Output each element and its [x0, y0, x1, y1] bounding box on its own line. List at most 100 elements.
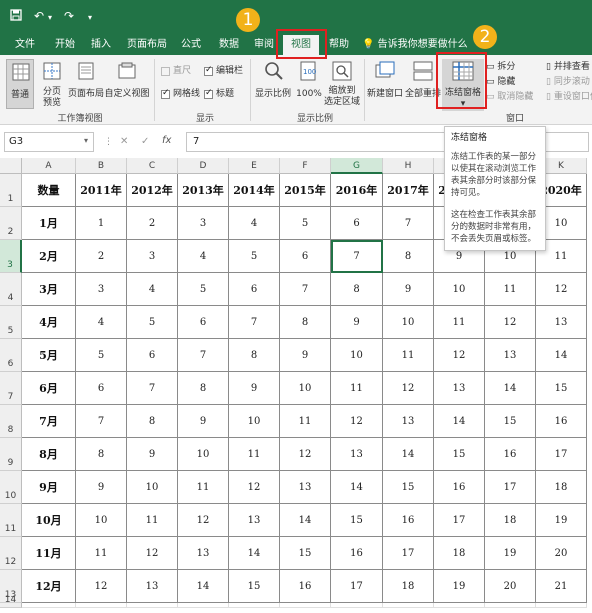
row-header-9[interactable]: 9: [0, 438, 22, 471]
cell-i10[interactable]: 16: [434, 471, 485, 504]
cell-c10[interactable]: 10: [127, 471, 178, 504]
cell-h11[interactable]: 16: [383, 504, 434, 537]
cell-h8[interactable]: 13: [383, 405, 434, 438]
hide-button[interactable]: ▭ 隐藏: [486, 76, 515, 88]
formula-bar-checkbox[interactable]: [204, 65, 213, 76]
cell-j10[interactable]: 17: [485, 471, 536, 504]
cell-a3[interactable]: 2月: [22, 240, 76, 273]
cell-f12[interactable]: 15: [280, 537, 331, 570]
row-header-14[interactable]: 14: [0, 595, 22, 608]
row-header-4[interactable]: 4: [0, 273, 22, 306]
cell-a12[interactable]: 11月: [22, 537, 76, 570]
cell-i12[interactable]: 18: [434, 537, 485, 570]
cell-f4[interactable]: 7: [280, 273, 331, 306]
column-header-c[interactable]: C: [127, 158, 178, 174]
cell-c14[interactable]: [127, 603, 178, 608]
undo-dropdown-icon[interactable]: ▾: [48, 11, 52, 25]
cell-h14[interactable]: [383, 603, 434, 608]
cell-d2[interactable]: 3: [178, 207, 229, 240]
cell-i5[interactable]: 11: [434, 306, 485, 339]
cell-f2[interactable]: 5: [280, 207, 331, 240]
side-by-side-button[interactable]: ▯ 并排查看: [546, 61, 590, 73]
column-header-g[interactable]: G: [331, 158, 383, 174]
cell-f13[interactable]: 16: [280, 570, 331, 603]
cell-c5[interactable]: 5: [127, 306, 178, 339]
gridlines-checkbox[interactable]: [161, 88, 170, 99]
cell-b6[interactable]: 5: [76, 339, 127, 372]
cell-c4[interactable]: 4: [127, 273, 178, 306]
cell-j5[interactable]: 12: [485, 306, 536, 339]
zoom-button[interactable]: 显示比例: [254, 59, 292, 109]
tab-formulas[interactable]: 公式: [174, 34, 208, 55]
cell-b8[interactable]: 7: [76, 405, 127, 438]
cell-i4[interactable]: 10: [434, 273, 485, 306]
redo-icon[interactable]: ↷: [64, 9, 74, 23]
cell-i13[interactable]: 19: [434, 570, 485, 603]
name-box-dropdown-icon[interactable]: ▾: [84, 136, 88, 145]
cell-h6[interactable]: 11: [383, 339, 434, 372]
cell-h10[interactable]: 15: [383, 471, 434, 504]
row-header-11[interactable]: 11: [0, 504, 22, 537]
cell-b13[interactable]: 12: [76, 570, 127, 603]
cell-f6[interactable]: 9: [280, 339, 331, 372]
row-header-5[interactable]: 5: [0, 306, 22, 339]
cell-a9[interactable]: 8月: [22, 438, 76, 471]
cell-f9[interactable]: 12: [280, 438, 331, 471]
custom-views-button[interactable]: 自定义视图: [104, 59, 150, 109]
cell-e2[interactable]: 4: [229, 207, 280, 240]
cell-c11[interactable]: 11: [127, 504, 178, 537]
cell-g13[interactable]: 17: [331, 570, 383, 603]
cell-a4[interactable]: 3月: [22, 273, 76, 306]
cell-c7[interactable]: 7: [127, 372, 178, 405]
cell-g4[interactable]: 8: [331, 273, 383, 306]
tab-data[interactable]: 数据: [212, 34, 246, 55]
cell-j8[interactable]: 15: [485, 405, 536, 438]
cell-k5[interactable]: 13: [536, 306, 587, 339]
cell-b11[interactable]: 10: [76, 504, 127, 537]
undo-icon[interactable]: ↶: [34, 9, 44, 23]
cell-j6[interactable]: 13: [485, 339, 536, 372]
cell-d13[interactable]: 14: [178, 570, 229, 603]
row-header-1[interactable]: 1: [0, 174, 22, 207]
cell-b14[interactable]: [76, 603, 127, 608]
cell-i6[interactable]: 12: [434, 339, 485, 372]
cell-d5[interactable]: 6: [178, 306, 229, 339]
cell-i11[interactable]: 17: [434, 504, 485, 537]
reset-position-button[interactable]: ▯ 重设窗口位置: [546, 91, 592, 103]
cell-h12[interactable]: 17: [383, 537, 434, 570]
cell-e11[interactable]: 13: [229, 504, 280, 537]
cell-j7[interactable]: 14: [485, 372, 536, 405]
normal-view-button[interactable]: 普通: [6, 59, 34, 109]
tab-help[interactable]: 帮助: [322, 34, 356, 55]
unhide-button[interactable]: ▭ 取消隐藏: [486, 91, 533, 103]
cell-c13[interactable]: 13: [127, 570, 178, 603]
cell-k11[interactable]: 19: [536, 504, 587, 537]
cell-c2[interactable]: 2: [127, 207, 178, 240]
row-header-12[interactable]: 12: [0, 537, 22, 570]
cell-k14[interactable]: [536, 603, 587, 608]
name-box[interactable]: G3: [4, 132, 94, 152]
cell-h9[interactable]: 14: [383, 438, 434, 471]
cell-f7[interactable]: 10: [280, 372, 331, 405]
cell-d9[interactable]: 10: [178, 438, 229, 471]
customize-icon[interactable]: ▾: [88, 11, 92, 25]
column-header-a[interactable]: A: [22, 158, 76, 174]
tab-review[interactable]: 审阅: [249, 34, 279, 55]
cell-d1[interactable]: 2013年: [178, 174, 229, 207]
cell-k8[interactable]: 16: [536, 405, 587, 438]
cell-a7[interactable]: 6月: [22, 372, 76, 405]
cell-i14[interactable]: [434, 603, 485, 608]
cell-d10[interactable]: 11: [178, 471, 229, 504]
cell-j9[interactable]: 16: [485, 438, 536, 471]
cell-i8[interactable]: 14: [434, 405, 485, 438]
cell-d4[interactable]: 5: [178, 273, 229, 306]
row-header-8[interactable]: 8: [0, 405, 22, 438]
column-header-h[interactable]: H: [383, 158, 434, 174]
cell-f14[interactable]: [280, 603, 331, 608]
cell-e14[interactable]: [229, 603, 280, 608]
cell-c9[interactable]: 9: [127, 438, 178, 471]
cell-g14[interactable]: [331, 603, 383, 608]
cell-a14[interactable]: [22, 603, 76, 608]
cell-b9[interactable]: 8: [76, 438, 127, 471]
cell-i9[interactable]: 15: [434, 438, 485, 471]
